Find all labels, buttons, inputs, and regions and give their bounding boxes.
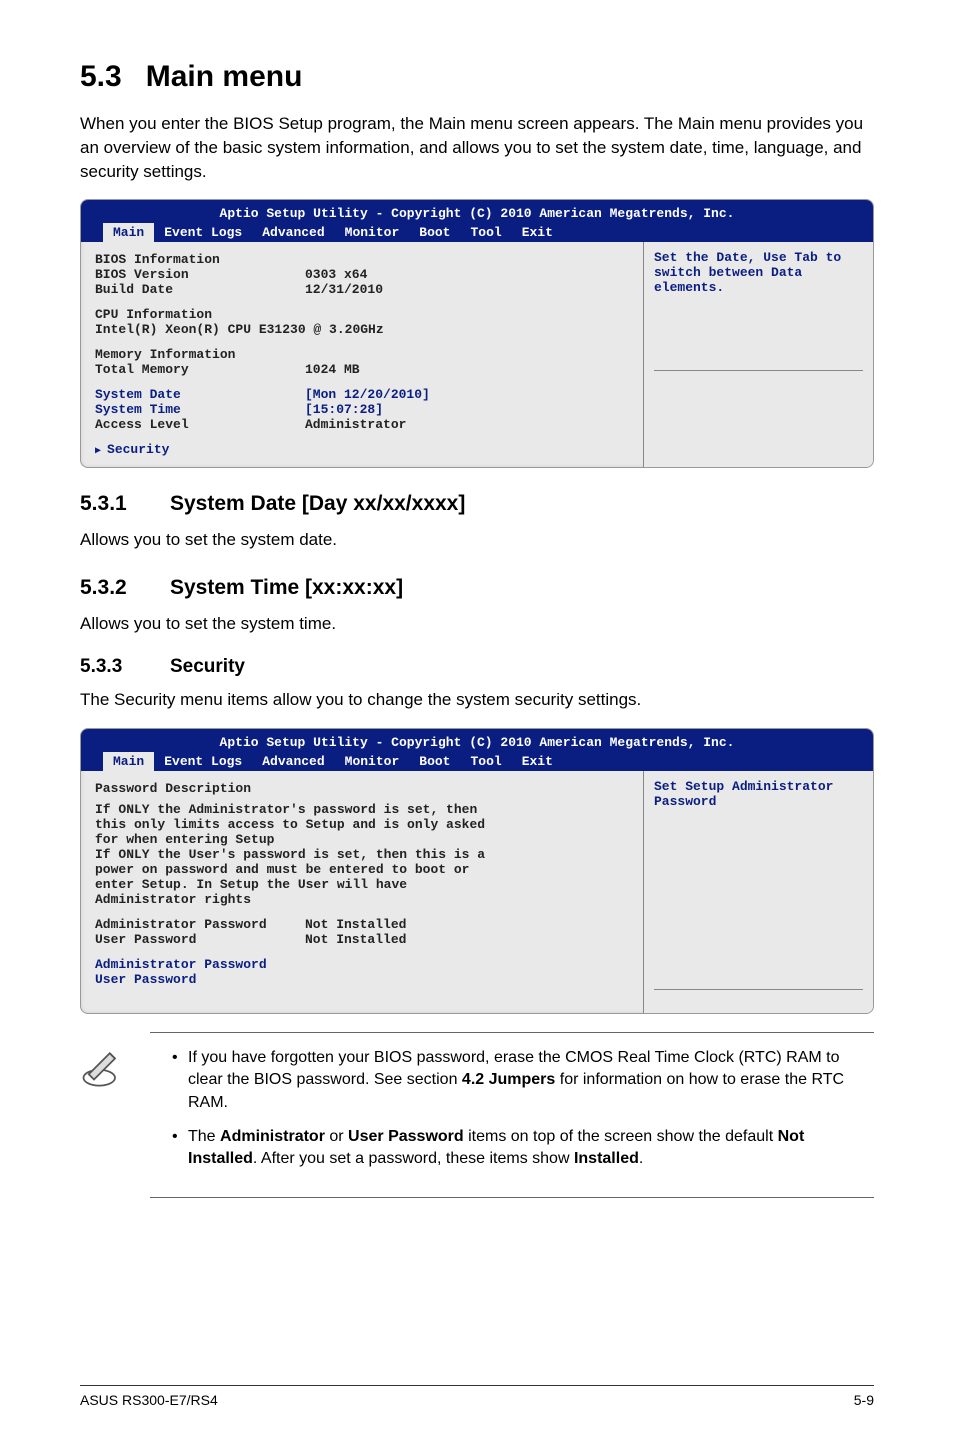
bios-tab-tool[interactable]: Tool — [460, 223, 511, 242]
bios2-help-panel: Set Setup Administrator Password — [643, 771, 873, 1013]
bios-tab-boot[interactable]: Boot — [409, 223, 460, 242]
bios-version-value: 0303 x64 — [305, 267, 367, 282]
subsection-532-title: System Time [xx:xx:xx] — [170, 576, 403, 599]
bios2-tab-main[interactable]: Main — [103, 752, 154, 771]
subsection-533: 5.3.3Security — [80, 656, 874, 678]
note-item-2: The Administrator or User Password items… — [172, 1126, 874, 1171]
note2-c: or — [325, 1128, 348, 1145]
note-block: If you have forgotten your BIOS password… — [80, 1032, 874, 1198]
system-date-label[interactable]: System Date — [95, 387, 305, 402]
bios-help-divider — [654, 370, 863, 386]
subsection-533-title: Security — [170, 656, 245, 677]
note2-d: User Password — [348, 1128, 464, 1145]
bios2-header: Aptio Setup Utility - Copyright (C) 2010… — [81, 729, 873, 771]
bios-header: Aptio Setup Utility - Copyright (C) 2010… — [81, 200, 873, 242]
note-item-1: If you have forgotten your BIOS password… — [172, 1047, 874, 1114]
bios-screenshot-main: Aptio Setup Utility - Copyright (C) 2010… — [80, 199, 874, 468]
user-pw-label: User Password — [95, 932, 305, 947]
total-memory-label: Total Memory — [95, 362, 305, 377]
bios-help-panel: Set the Date, Use Tab to switch between … — [643, 242, 873, 467]
total-memory-value: 1024 MB — [305, 362, 360, 377]
password-description-title: Password Description — [95, 781, 629, 796]
system-date-value[interactable]: [Mon 12/20/2010] — [305, 387, 430, 402]
heading-title: Main menu — [146, 60, 303, 93]
bios2-tab-monitor[interactable]: Monitor — [335, 752, 410, 771]
page-heading: 5.3 Main menu — [80, 60, 874, 94]
bios2-copyright: Aptio Setup Utility - Copyright (C) 2010… — [91, 735, 863, 752]
security-submenu[interactable]: Security — [95, 442, 629, 457]
system-time-value[interactable]: [15:07:28] — [305, 402, 383, 417]
bios-tab-advanced[interactable]: Advanced — [252, 223, 334, 242]
note2-h: Installed — [574, 1150, 639, 1167]
subsection-531-body: Allows you to set the system date. — [80, 528, 874, 552]
admin-pw-value: Not Installed — [305, 917, 406, 932]
bios-tab-eventlogs[interactable]: Event Logs — [154, 223, 252, 242]
page-footer: ASUS RS300-E7/RS4 5-9 — [80, 1385, 874, 1408]
admin-pw-link[interactable]: Administrator Password — [95, 957, 629, 972]
bios-tab-bar: Main Event Logs Advanced Monitor Boot To… — [91, 223, 863, 242]
access-level-value: Administrator — [305, 417, 406, 432]
bios2-tab-bar: Main Event Logs Advanced Monitor Boot To… — [91, 752, 863, 771]
user-pw-value: Not Installed — [305, 932, 406, 947]
memory-info-title: Memory Information — [95, 347, 629, 362]
subsection-531-title: System Date [Day xx/xx/xxxx] — [170, 492, 465, 515]
bios-left-panel: BIOS Information BIOS Version0303 x64 Bu… — [81, 242, 643, 467]
note2-g: . After you set a password, these items … — [253, 1150, 574, 1167]
subsection-533-body: The Security menu items allow you to cha… — [80, 688, 874, 712]
heading-number: 5.3 — [80, 60, 122, 93]
cpu-info-title: CPU Information — [95, 307, 629, 322]
bios2-help-text: Set Setup Administrator Password — [654, 779, 863, 839]
note2-a: The — [188, 1128, 220, 1145]
footer-right: 5-9 — [854, 1392, 874, 1408]
intro-paragraph: When you enter the BIOS Setup program, t… — [80, 112, 874, 183]
bios2-tab-exit[interactable]: Exit — [512, 752, 563, 771]
bios-tab-main[interactable]: Main — [103, 223, 154, 242]
note2-b: Administrator — [220, 1128, 325, 1145]
note2-i: . — [639, 1150, 643, 1167]
subsection-532-num: 5.3.2 — [80, 576, 170, 600]
bios-version-label: BIOS Version — [95, 267, 305, 282]
system-time-label[interactable]: System Time — [95, 402, 305, 417]
bios-screenshot-security: Aptio Setup Utility - Copyright (C) 2010… — [80, 728, 874, 1014]
bios2-tab-advanced[interactable]: Advanced — [252, 752, 334, 771]
bios2-tab-boot[interactable]: Boot — [409, 752, 460, 771]
subsection-531-num: 5.3.1 — [80, 492, 170, 516]
build-date-label: Build Date — [95, 282, 305, 297]
bios-tab-monitor[interactable]: Monitor — [335, 223, 410, 242]
bios2-left-panel: Password Description If ONLY the Adminis… — [81, 771, 643, 1013]
bios2-tab-eventlogs[interactable]: Event Logs — [154, 752, 252, 771]
security-submenu-label: Security — [107, 442, 169, 457]
subsection-532: 5.3.2System Time [xx:xx:xx] — [80, 576, 874, 600]
subsection-533-num: 5.3.3 — [80, 656, 170, 678]
cpu-info-value: Intel(R) Xeon(R) CPU E31230 @ 3.20GHz — [95, 322, 629, 337]
note2-e: items on top of the screen show the defa… — [464, 1128, 778, 1145]
note-icon — [80, 1032, 130, 1198]
user-pw-link[interactable]: User Password — [95, 972, 629, 987]
bios-help-text: Set the Date, Use Tab to switch between … — [654, 250, 863, 310]
bios-info-title: BIOS Information — [95, 252, 629, 267]
access-level-label: Access Level — [95, 417, 305, 432]
admin-pw-label: Administrator Password — [95, 917, 305, 932]
note1-bold: 4.2 Jumpers — [462, 1071, 555, 1088]
bios2-tab-tool[interactable]: Tool — [460, 752, 511, 771]
bios-tab-exit[interactable]: Exit — [512, 223, 563, 242]
subsection-532-body: Allows you to set the system time. — [80, 612, 874, 636]
bios-copyright: Aptio Setup Utility - Copyright (C) 2010… — [91, 206, 863, 223]
bios2-help-divider — [654, 989, 863, 1005]
subsection-531: 5.3.1System Date [Day xx/xx/xxxx] — [80, 492, 874, 516]
build-date-value: 12/31/2010 — [305, 282, 383, 297]
password-description-body: If ONLY the Administrator's password is … — [95, 802, 515, 907]
footer-left: ASUS RS300-E7/RS4 — [80, 1392, 218, 1408]
